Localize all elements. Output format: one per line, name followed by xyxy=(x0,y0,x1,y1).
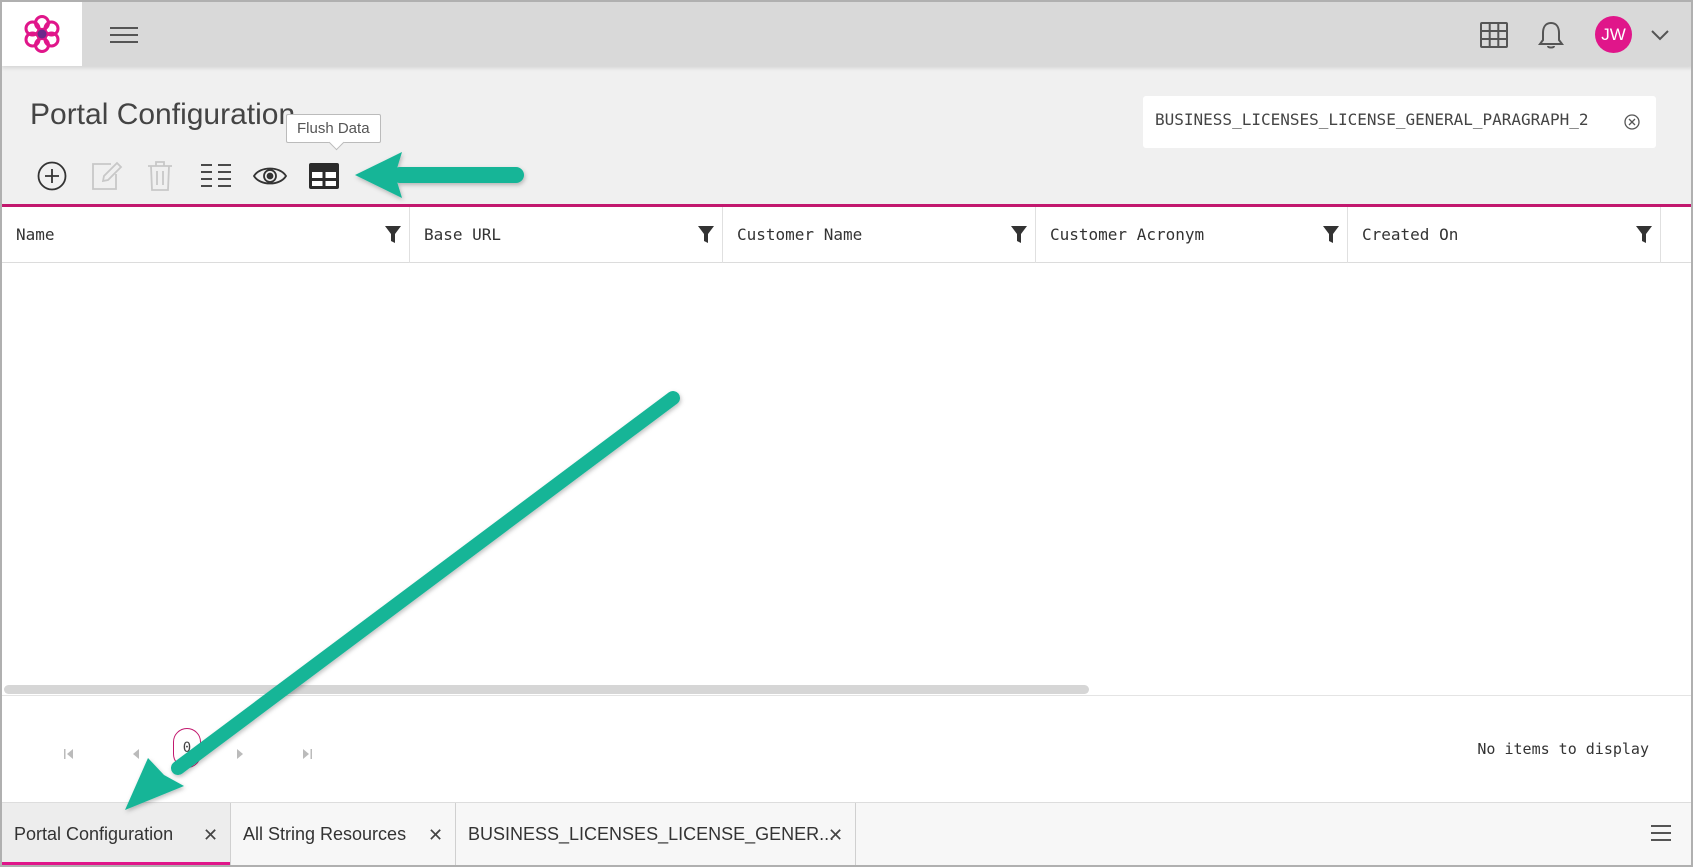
user-initials: JW xyxy=(1601,24,1626,44)
current-page[interactable]: 0 xyxy=(173,728,201,768)
eye-icon xyxy=(252,167,288,185)
tab-business-licenses-string[interactable]: BUSINESS_LICENSES_LICENSE_GENER... ✕ xyxy=(456,803,856,865)
column-label: Base URL xyxy=(424,225,502,244)
page-header: Portal Configuration Flush Data xyxy=(2,66,1691,206)
grid-header: Name Base URL Customer Name Customer Acr… xyxy=(2,207,1691,263)
edit-button[interactable] xyxy=(88,158,124,194)
first-page-icon xyxy=(64,749,73,759)
filter-icon[interactable] xyxy=(1323,226,1339,244)
tab-label: All String Resources xyxy=(243,824,407,844)
tab-all-string-resources[interactable]: All String Resources ✕ xyxy=(231,803,456,865)
table-icon xyxy=(309,163,339,189)
filter-icon[interactable] xyxy=(1636,226,1652,244)
column-header-customer-acronym[interactable]: Customer Acronym xyxy=(1036,207,1348,263)
chevron-down-icon[interactable] xyxy=(1650,26,1670,45)
flush-data-button[interactable] xyxy=(306,158,342,194)
tab-list-menu-icon[interactable] xyxy=(1651,825,1671,843)
close-icon[interactable]: ✕ xyxy=(203,825,218,846)
top-bar: JW xyxy=(2,2,1691,66)
trash-icon xyxy=(148,161,172,191)
add-button[interactable] xyxy=(34,158,70,194)
edit-icon xyxy=(92,161,123,190)
last-page-icon xyxy=(303,749,312,759)
grid-body xyxy=(2,263,1691,695)
column-label: Created On xyxy=(1362,225,1459,244)
flower-logo-icon xyxy=(24,15,60,53)
main-menu-button[interactable] xyxy=(110,22,138,46)
filter-icon[interactable] xyxy=(698,226,714,244)
search-box[interactable] xyxy=(1143,96,1656,148)
first-page-button[interactable] xyxy=(61,746,77,762)
clear-search-icon[interactable] xyxy=(1624,114,1640,134)
app-window: JW Portal Configuration Flush Data xyxy=(0,0,1693,867)
tab-portal-configuration[interactable]: Portal Configuration ✕ xyxy=(2,803,231,865)
column-chooser-button[interactable] xyxy=(198,158,234,194)
tab-label: BUSINESS_LICENSES_LICENSE_GENER... xyxy=(468,824,835,844)
column-header-customer-name[interactable]: Customer Name xyxy=(723,207,1036,263)
add-circle-icon xyxy=(37,161,67,191)
previous-page-button[interactable] xyxy=(128,746,144,762)
user-avatar[interactable]: JW xyxy=(1595,16,1632,53)
close-icon[interactable]: ✕ xyxy=(428,825,443,846)
column-header-name[interactable]: Name xyxy=(2,207,410,263)
close-icon[interactable]: ✕ xyxy=(828,825,843,846)
notifications-bell-icon[interactable] xyxy=(1538,20,1564,54)
view-button[interactable] xyxy=(252,158,288,194)
logo[interactable] xyxy=(2,2,82,66)
column-label: Name xyxy=(16,225,55,244)
flush-data-tooltip: Flush Data xyxy=(286,114,381,143)
page-title: Portal Configuration xyxy=(30,98,296,131)
search-input[interactable] xyxy=(1155,110,1615,129)
pager: 0 No items to display xyxy=(2,696,1691,802)
column-header-created-on[interactable]: Created On xyxy=(1348,207,1661,263)
previous-page-icon xyxy=(133,749,139,759)
horizontal-scrollbar[interactable] xyxy=(4,685,1089,694)
pager-status: No items to display xyxy=(1477,740,1649,758)
next-page-button[interactable] xyxy=(232,746,248,762)
delete-button[interactable] xyxy=(142,158,178,194)
last-page-button[interactable] xyxy=(299,746,315,762)
apps-grid-icon[interactable] xyxy=(1480,22,1508,52)
filter-icon[interactable] xyxy=(1011,226,1027,244)
filter-icon[interactable] xyxy=(385,226,401,244)
column-label: Customer Acronym xyxy=(1050,225,1205,244)
column-label: Customer Name xyxy=(737,225,863,244)
column-header-base-url[interactable]: Base URL xyxy=(410,207,723,263)
next-page-icon xyxy=(237,749,243,759)
bottom-tab-bar: Portal Configuration ✕ All String Resour… xyxy=(2,802,1691,865)
list-columns-icon xyxy=(201,164,231,187)
tab-label: Portal Configuration xyxy=(14,824,174,844)
